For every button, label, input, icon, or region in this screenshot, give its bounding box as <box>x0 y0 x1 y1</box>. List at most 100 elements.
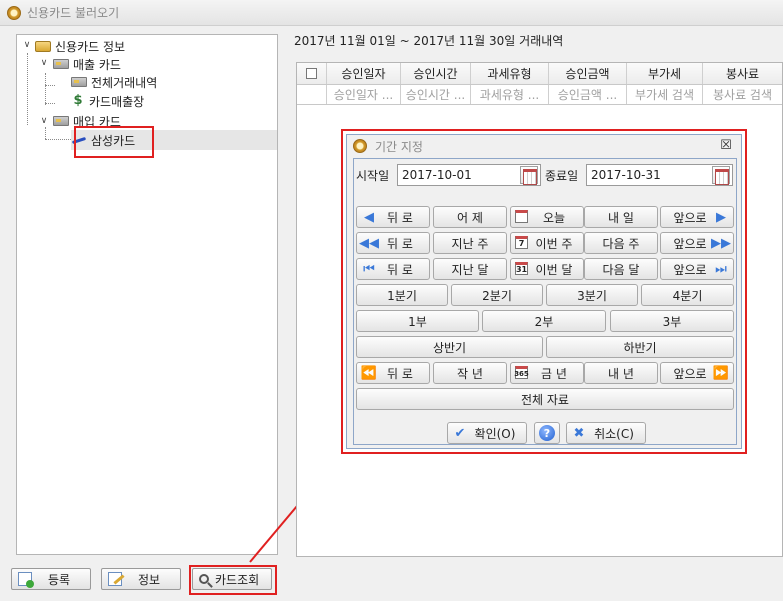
year-forward-button[interactable]: 앞으로 ⏩ <box>660 362 734 384</box>
next-year-button[interactable]: 내 년 <box>584 362 658 384</box>
filter-cell[interactable]: 부가세 검색 <box>627 85 703 104</box>
confirm-button[interactable]: ✔ 확인(O) <box>447 422 527 444</box>
this-year-label: 금 년 <box>541 366 567 381</box>
arrow-right-icon: ▶ <box>716 209 726 225</box>
today-button[interactable]: 오늘 <box>510 206 584 228</box>
filter-cell[interactable]: 과세유형 ... <box>471 85 549 104</box>
month-back-button[interactable]: ⏮ 뒤 로 <box>356 258 430 280</box>
cancel-button[interactable]: ✖ 취소(C) <box>566 422 646 444</box>
quarter-2-button[interactable]: 2분기 <box>451 284 543 306</box>
select-all-checkbox[interactable] <box>306 68 317 79</box>
next-week-label: 다음 주 <box>602 236 640 251</box>
day-back-button[interactable]: ◀ 뒤 로 <box>356 206 430 228</box>
week-forward-label: 앞으로 <box>673 236 707 251</box>
end-date-field[interactable]: 2017-10-31 <box>586 164 733 186</box>
last-week-button[interactable]: 지난 주 <box>433 232 507 254</box>
last-month-button[interactable]: 지난 달 <box>433 258 507 280</box>
calendar-today-icon <box>515 210 528 223</box>
grid-header: 승인일자 승인시간 과세유형 승인금액 부가세 봉사료 <box>297 63 782 85</box>
month-forward-button[interactable]: 앞으로 ⏭ <box>660 258 734 280</box>
tomorrow-button[interactable]: 내 일 <box>584 206 658 228</box>
year-back-label: 뒤 로 <box>387 366 413 381</box>
col-header[interactable]: 봉사료 <box>703 63 782 84</box>
calendar-year-icon: 365 <box>514 366 529 379</box>
end-date-label: 종료일 <box>545 169 579 183</box>
dialog-title: 기간 지정 <box>375 139 423 154</box>
last-month-label: 지난 달 <box>451 262 489 277</box>
skip-forward-icon: ⏭ <box>715 261 727 277</box>
filter-cell[interactable]: 승인일자 ... <box>327 85 401 104</box>
fast-back-icon: ⏪ <box>360 365 378 381</box>
fast-forward-icon: ⏩ <box>712 365 730 381</box>
next-month-button[interactable]: 다음 달 <box>584 258 658 280</box>
tomorrow-label: 내 일 <box>608 210 634 225</box>
quarter-3-button[interactable]: 3분기 <box>546 284 638 306</box>
dialog-body: 시작일 2017-10-01 종료일 2017-10-31 ◀ 뒤 로 어 제 … <box>353 158 737 445</box>
check-icon: ✔ <box>454 425 466 441</box>
first-half-button[interactable]: 상반기 <box>356 336 543 358</box>
date-range-label: 2017년 11월 01일 ~ 2017년 11월 30일 거래내역 <box>294 34 564 48</box>
start-date-label: 시작일 <box>356 169 390 183</box>
month-back-label: 뒤 로 <box>387 262 413 277</box>
calendar-week-icon: 7 <box>515 236 528 249</box>
col-header[interactable]: 과세유형 <box>471 63 549 84</box>
start-calendar-icon[interactable] <box>520 166 538 185</box>
yesterday-label: 어 제 <box>457 210 483 225</box>
skip-back-icon: ⏮ <box>363 261 375 277</box>
period-3-button[interactable]: 3부 <box>610 310 734 332</box>
period-dialog-frame: 기간 지정 ☒ 시작일 2017-10-01 종료일 2017-10-31 ◀ … <box>346 134 742 449</box>
this-week-label: 이번 주 <box>535 236 573 251</box>
col-header[interactable]: 승인일자 <box>327 63 401 84</box>
this-year-button[interactable]: 365 금 년 <box>510 362 584 384</box>
next-month-label: 다음 달 <box>602 262 640 277</box>
calendar-month-icon: 31 <box>515 262 528 275</box>
close-x-icon: ✖ <box>573 425 585 441</box>
dialog-app-icon <box>353 139 367 153</box>
last-week-label: 지난 주 <box>451 236 489 251</box>
week-forward-button[interactable]: 앞으로 ▶▶ <box>660 232 734 254</box>
select-all-cell[interactable] <box>297 63 327 84</box>
year-forward-label: 앞으로 <box>673 366 707 381</box>
grid-filter-row: 승인일자 ... 승인시간 ... 과세유형 ... 승인금액 ... 부가세 … <box>297 85 782 105</box>
all-data-button[interactable]: 전체 자료 <box>356 388 734 410</box>
last-year-label: 작 년 <box>457 366 483 381</box>
day-back-label: 뒤 로 <box>387 210 413 225</box>
period-1-button[interactable]: 1부 <box>356 310 479 332</box>
next-week-button[interactable]: 다음 주 <box>584 232 658 254</box>
cancel-label: 취소(C) <box>594 426 634 441</box>
quarter-1-button[interactable]: 1분기 <box>356 284 448 306</box>
quarter-4-button[interactable]: 4분기 <box>641 284 734 306</box>
help-button[interactable]: ? <box>534 422 560 444</box>
arrow-left-icon: ◀ <box>364 209 374 225</box>
help-icon: ? <box>539 425 555 441</box>
day-forward-label: 앞으로 <box>673 210 707 225</box>
this-week-button[interactable]: 7 이번 주 <box>510 232 584 254</box>
week-back-button[interactable]: ◀◀ 뒤 로 <box>356 232 430 254</box>
filter-cell[interactable]: 승인시간 ... <box>401 85 471 104</box>
col-header[interactable]: 승인시간 <box>401 63 471 84</box>
this-month-button[interactable]: 31 이번 달 <box>510 258 584 280</box>
filter-cell[interactable]: 승인금액 ... <box>549 85 627 104</box>
filter-spacer <box>297 85 327 104</box>
filter-cell[interactable]: 봉사료 검색 <box>703 85 782 104</box>
this-month-label: 이번 달 <box>535 262 573 277</box>
period-dialog: 기간 지정 ☒ 시작일 2017-10-01 종료일 2017-10-31 ◀ … <box>341 129 747 454</box>
year-back-button[interactable]: ⏪ 뒤 로 <box>356 362 430 384</box>
today-label: 오늘 <box>542 210 566 225</box>
second-half-button[interactable]: 하반기 <box>546 336 734 358</box>
close-icon[interactable]: ☒ <box>719 139 733 153</box>
day-forward-button[interactable]: 앞으로 ▶ <box>660 206 734 228</box>
period-2-button[interactable]: 2부 <box>482 310 606 332</box>
double-arrow-right-icon: ▶▶ <box>711 235 731 251</box>
month-forward-label: 앞으로 <box>673 262 707 277</box>
double-arrow-left-icon: ◀◀ <box>359 235 379 251</box>
end-calendar-icon[interactable] <box>712 166 730 185</box>
last-year-button[interactable]: 작 년 <box>433 362 507 384</box>
week-back-label: 뒤 로 <box>387 236 413 251</box>
col-header[interactable]: 부가세 <box>627 63 703 84</box>
col-header[interactable]: 승인금액 <box>549 63 627 84</box>
next-year-label: 내 년 <box>608 366 634 381</box>
yesterday-button[interactable]: 어 제 <box>433 206 507 228</box>
dialog-titlebar: 기간 지정 <box>347 135 741 157</box>
confirm-label: 확인(O) <box>474 426 516 441</box>
